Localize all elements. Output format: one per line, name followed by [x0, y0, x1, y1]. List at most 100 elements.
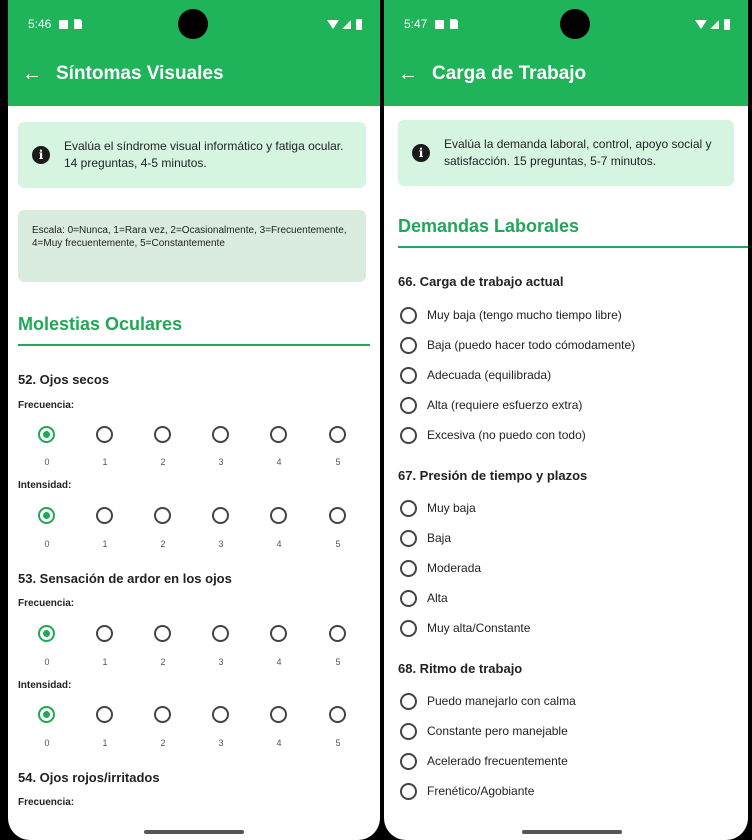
- scale-number: 1: [102, 738, 108, 748]
- arrow-left-icon[interactable]: ←: [22, 62, 52, 86]
- option-label: Muy baja: [427, 501, 476, 515]
- scale-number: 2: [160, 457, 166, 467]
- radio-option-0[interactable]: [38, 706, 55, 723]
- camera-cutout: [178, 9, 208, 39]
- info-text: Evalúa el síndrome visual informático y …: [64, 139, 344, 170]
- scale-number: 3: [218, 539, 224, 549]
- info-text: Evalúa la demanda laboral, control, apoy…: [444, 137, 712, 168]
- radio-option[interactable]: Baja: [400, 528, 451, 548]
- scale-number: 2: [160, 738, 166, 748]
- radio-option-1[interactable]: [96, 625, 113, 642]
- radio-option-5[interactable]: [329, 426, 346, 443]
- sim-card-icon: [74, 19, 83, 29]
- radio-option-1[interactable]: [96, 426, 113, 443]
- radio-circle[interactable]: [400, 306, 417, 324]
- radio-option-0[interactable]: [38, 426, 55, 443]
- info-icon: i: [32, 146, 50, 164]
- status-time: 5:46: [28, 17, 52, 31]
- option-label: Puedo manejarlo con calma: [427, 694, 576, 708]
- radio-option-3[interactable]: [212, 625, 229, 642]
- radio-option-4[interactable]: [270, 507, 287, 524]
- radio-option-5[interactable]: [329, 507, 346, 524]
- radio-option-4[interactable]: [270, 426, 287, 443]
- frequency-label: Frecuencia:: [18, 400, 75, 411]
- scale-numbers: 0 1 2 3 4 5: [18, 457, 368, 469]
- section-divider: [18, 344, 370, 346]
- radio-option[interactable]: Muy alta/Constante: [400, 618, 530, 638]
- info-icon: i: [412, 144, 430, 162]
- radio-option[interactable]: Muy baja: [400, 498, 476, 518]
- option-label: Constante pero manejable: [427, 724, 568, 738]
- radio-option-4[interactable]: [270, 625, 287, 642]
- battery-icon: [356, 18, 362, 30]
- scale-number: 1: [102, 657, 108, 667]
- radio-circle[interactable]: [400, 396, 417, 414]
- scale-number: 1: [102, 457, 108, 467]
- option-label: Alta: [427, 591, 448, 605]
- radio-circle[interactable]: [400, 722, 417, 740]
- scale-number: 1: [102, 539, 108, 549]
- scale-number: 2: [160, 539, 166, 549]
- frequency-label: Frecuencia:: [18, 598, 75, 609]
- sim-card-icon: [450, 19, 459, 29]
- radio-circle[interactable]: [400, 366, 417, 384]
- radio-option-3[interactable]: [212, 706, 229, 723]
- radio-option[interactable]: Muy baja (tengo mucho tiempo libre): [400, 305, 622, 325]
- option-label: Moderada: [427, 561, 482, 575]
- radio-option[interactable]: Moderada: [400, 558, 481, 578]
- scale-numbers: 0 1 2 3 4 5: [18, 539, 368, 551]
- arrow-left-icon[interactable]: ←: [398, 62, 428, 86]
- radio-option-1[interactable]: [96, 706, 113, 723]
- option-label: Alta (requiere esfuerzo extra): [427, 398, 583, 412]
- radio-option[interactable]: Alta: [400, 588, 448, 608]
- frequency-radio-group: [18, 426, 368, 444]
- radio-option[interactable]: Puedo manejarlo con calma: [400, 691, 576, 711]
- radio-option[interactable]: Alta (requiere esfuerzo extra): [400, 395, 582, 415]
- radio-option-0[interactable]: [38, 507, 55, 524]
- radio-option-2[interactable]: [154, 625, 171, 642]
- radio-circle[interactable]: [400, 499, 417, 517]
- radio-option[interactable]: Frenético/Agobiante: [400, 781, 534, 801]
- radio-option-2[interactable]: [154, 706, 171, 723]
- radio-option-2[interactable]: [154, 426, 171, 443]
- radio-option[interactable]: Adecuada (equilibrada): [400, 365, 551, 385]
- radio-circle[interactable]: [400, 529, 417, 547]
- section-divider: [398, 246, 748, 248]
- info-card: i Evalúa el síndrome visual informático …: [18, 122, 366, 188]
- radio-option[interactable]: Acelerado frecuentemente: [400, 751, 568, 771]
- radio-option-2[interactable]: [154, 507, 171, 524]
- radio-option-4[interactable]: [270, 706, 287, 723]
- scale-number: 3: [218, 657, 224, 667]
- signal-icon: [710, 19, 719, 29]
- radio-circle[interactable]: [400, 619, 417, 637]
- frequency-radio-group: [18, 625, 368, 643]
- radio-circle[interactable]: [400, 692, 417, 710]
- scale-numbers: 0 1 2 3 4 5: [18, 738, 368, 750]
- radio-circle[interactable]: [400, 752, 417, 770]
- scale-number: 5: [335, 738, 341, 748]
- intensity-radio-group: [18, 706, 368, 724]
- scale-number: 4: [276, 539, 282, 549]
- radio-circle[interactable]: [400, 589, 417, 607]
- radio-circle[interactable]: [400, 782, 417, 800]
- radio-option-5[interactable]: [329, 625, 346, 642]
- radio-option[interactable]: Baja (puedo hacer todo cómodamente): [400, 335, 635, 355]
- question-title: 54. Ojos rojos/irritados: [18, 770, 160, 785]
- scale-number: 4: [276, 738, 282, 748]
- radio-circle[interactable]: [400, 426, 417, 444]
- radio-circle[interactable]: [400, 559, 417, 577]
- radio-option[interactable]: Excesiva (no puedo con todo): [400, 425, 586, 445]
- radio-option-5[interactable]: [329, 706, 346, 723]
- option-label: Baja: [427, 531, 452, 545]
- option-label: Adecuada (equilibrada): [427, 368, 552, 382]
- page-title: Carga de Trabajo: [432, 63, 587, 84]
- radio-option[interactable]: Constante pero manejable: [400, 721, 568, 741]
- radio-circle[interactable]: [400, 336, 417, 354]
- scale-number: 4: [276, 457, 282, 467]
- status-time: 5:47: [404, 17, 428, 31]
- radio-option-1[interactable]: [96, 507, 113, 524]
- survey-content: i Evalúa el síndrome visual informático …: [8, 106, 380, 840]
- radio-option-0[interactable]: [38, 625, 55, 642]
- radio-option-3[interactable]: [212, 507, 229, 524]
- radio-option-3[interactable]: [212, 426, 229, 443]
